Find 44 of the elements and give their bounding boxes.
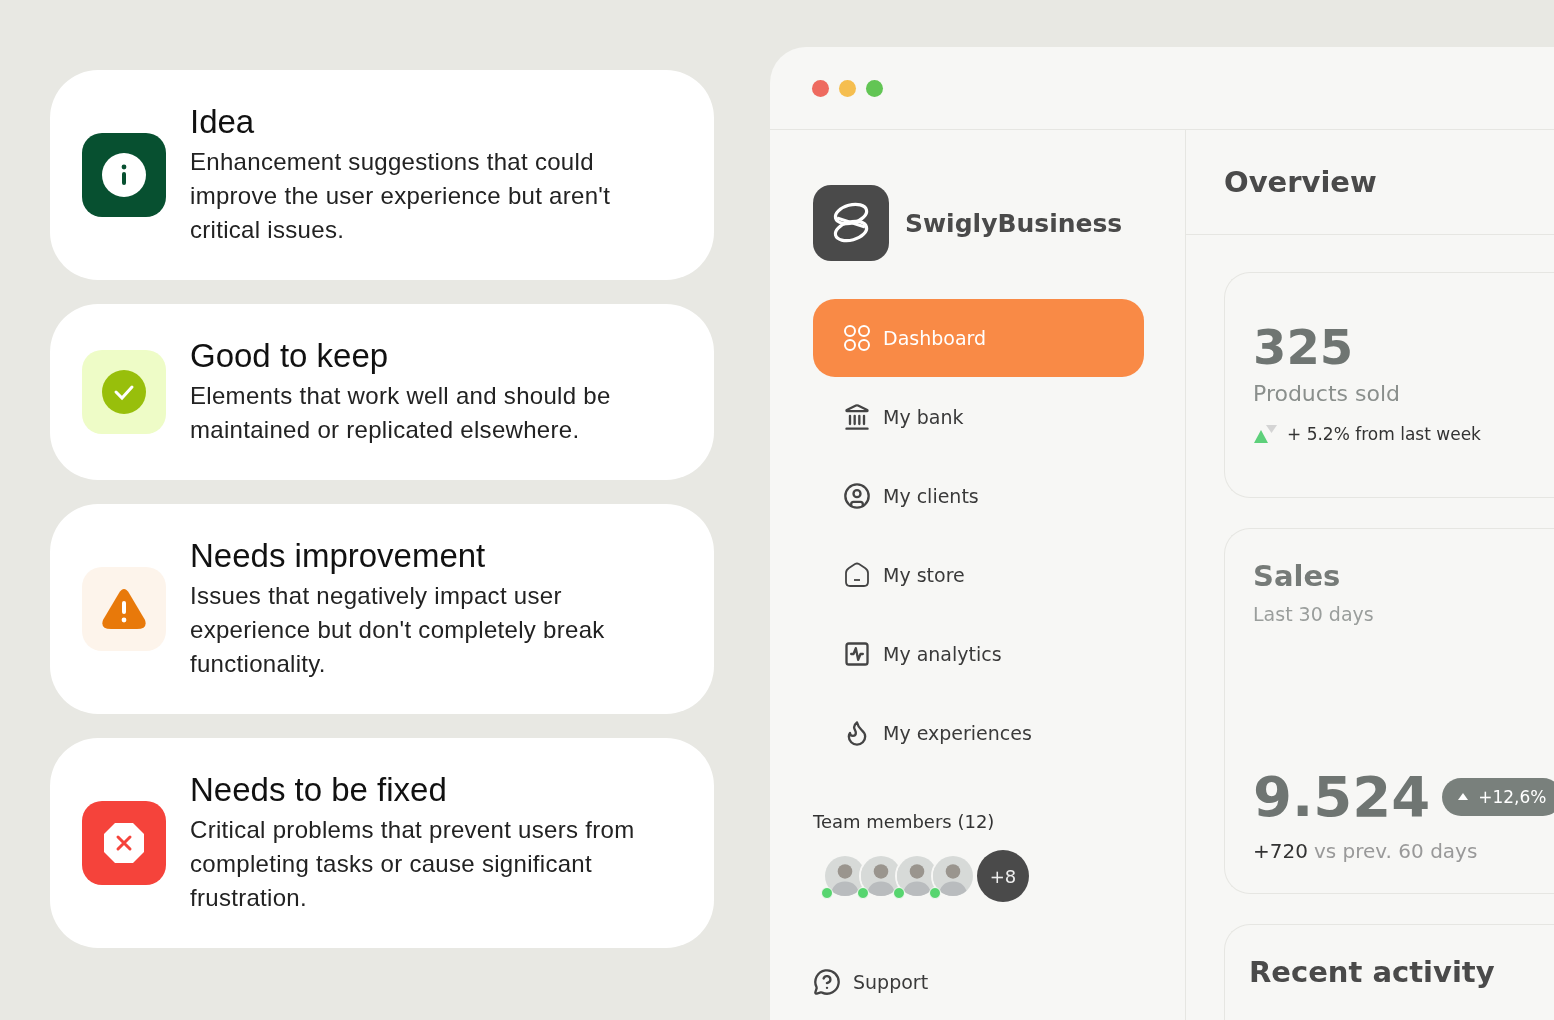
- grid-icon: [843, 324, 871, 352]
- nav-item[interactable]: My bank: [813, 378, 1144, 456]
- card-description: Enhancement suggestions that could improve the user experience but aren't critical issues.: [190, 147, 612, 245]
- maximize-dot[interactable]: [866, 79, 883, 97]
- trend-icon: [1253, 424, 1277, 444]
- more-members-badge[interactable]: +8: [977, 850, 1029, 902]
- user-icon: [843, 482, 871, 510]
- brand-name: SwiglyBusiness: [905, 208, 1123, 238]
- nav-item[interactable]: My analytics: [813, 615, 1144, 693]
- card-title: Idea: [190, 103, 256, 141]
- change-badge: +12,6%: [1442, 777, 1554, 816]
- close-dot[interactable]: [812, 79, 829, 97]
- trend-text: + 5.2% from last week: [1287, 424, 1481, 444]
- activity-icon: [843, 640, 871, 668]
- error-icon: [102, 821, 146, 865]
- nav-item[interactable]: My clients: [813, 457, 1144, 535]
- logo-icon: [813, 185, 889, 261]
- sales-title: Sales: [1253, 559, 1342, 593]
- sales-value: 9.524: [1253, 764, 1431, 829]
- info-icon: [102, 153, 146, 197]
- help-icon: [813, 968, 841, 996]
- delta-value: +720: [1253, 839, 1308, 863]
- page-title: Overview: [1224, 165, 1377, 199]
- stat-label: Products sold: [1253, 381, 1401, 406]
- support-link[interactable]: Support: [813, 962, 1144, 1002]
- minimize-dot[interactable]: [839, 79, 856, 97]
- card-description: Issues that negatively impact user experience but don't completely break functionality.: [190, 581, 606, 679]
- bank-icon: [843, 403, 871, 431]
- card-title: Needs improvement: [190, 537, 487, 575]
- house-icon: [843, 561, 871, 589]
- team-heading: Team members (12): [813, 811, 996, 832]
- card-title: Good to keep: [190, 337, 390, 375]
- nav-item[interactable]: My experiences: [813, 694, 1144, 772]
- checkmark-icon: [102, 370, 146, 414]
- comparison-text: vs prev. 60 days: [1313, 839, 1478, 863]
- up-icon: [1458, 793, 1469, 800]
- card-description: Elements that work well and should be maintained or replicated elsewhere.: [190, 381, 612, 445]
- stat-value: 325: [1253, 319, 1355, 375]
- card-description: Critical problems that prevent users from completing tasks or cause significant frustration.: [190, 815, 636, 913]
- sales-period: Last 30 days: [1253, 603, 1375, 625]
- card-title: Needs to be fixed: [190, 771, 448, 809]
- activity-title: Recent activity: [1249, 955, 1496, 989]
- nav-item[interactable]: My store: [813, 536, 1144, 614]
- warning-icon: [101, 588, 147, 630]
